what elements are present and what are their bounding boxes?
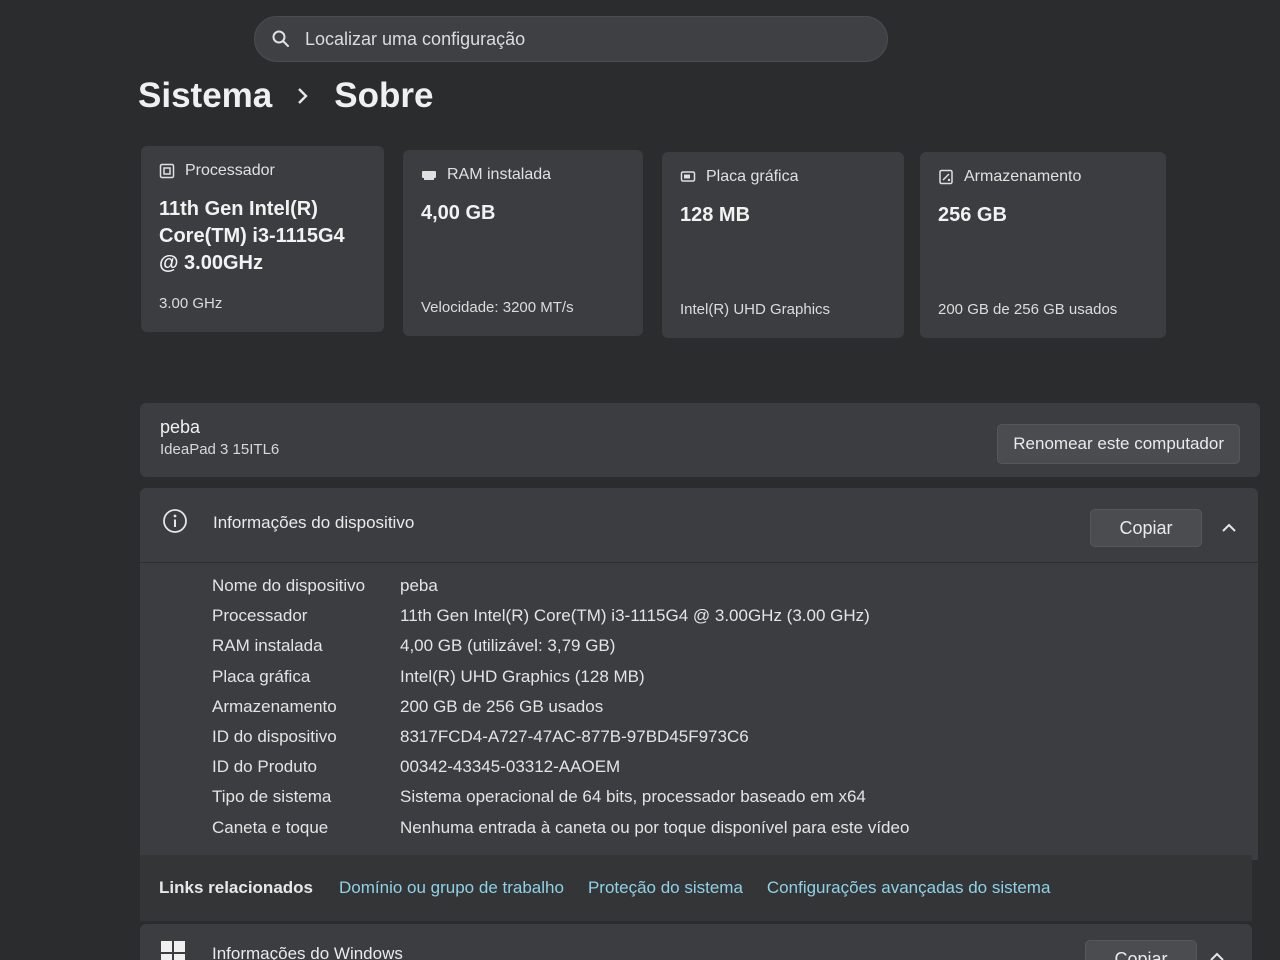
storage-icon [939,169,953,185]
windows-info-section[interactable]: Informações do Windows Copiar [140,924,1252,960]
ram-icon [422,171,436,180]
spec-value: 11th Gen Intel(R) Core(TM) i3-1115G4 @ 3… [400,606,870,626]
device-specs-list: Nome do dispositivo peba Processador 11t… [212,571,909,843]
spec-label: Tipo de sistema [212,787,332,807]
rename-computer-button[interactable]: Renomear este computador [997,424,1240,464]
link-advanced-system-settings[interactable]: Configurações avançadas do sistema [767,878,1051,898]
chevron-up-icon[interactable] [1220,519,1238,537]
spec-label: Caneta e toque [212,817,329,837]
spec-row: ID do dispositivo 8317FCD4-A727-47AC-877… [212,722,909,752]
spec-row: Nome do dispositivo peba [212,571,909,601]
spec-label: ID do dispositivo [212,727,337,747]
spec-value: 200 GB de 256 GB usados [400,696,604,716]
spec-value: 4,00 GB (utilizável: 3,79 GB) [400,636,616,656]
storage-card-title: Armazenamento [964,168,1082,185]
computer-name: peba [160,417,201,437]
gpu-card: Placa gráfica 128 MB Intel(R) UHD Graphi… [662,152,904,338]
storage-card-sub: 200 GB de 256 GB usados [938,301,1118,318]
spec-value: Nenhuma entrada à caneta ou por toque di… [400,817,910,837]
spec-label: RAM instalada [212,636,323,656]
spec-value: peba [400,576,438,596]
ram-card: RAM instalada 4,00 GB Velocidade: 3200 M… [403,150,643,336]
storage-card-value: 256 GB [938,204,1007,226]
processor-card-title: Processador [185,162,275,179]
spec-value: 00342-43345-03312-AAOEM [400,757,621,777]
breadcrumb: Sistema Sobre [138,76,433,116]
spec-value: Intel(R) UHD Graphics (128 MB) [400,666,645,686]
gpu-card-sub: Intel(R) UHD Graphics [680,301,831,318]
ram-card-value: 4,00 GB [421,202,496,224]
info-icon [163,509,187,533]
computer-name-row: peba IdeaPad 3 15ITL6 Renomear este comp… [140,403,1260,477]
related-links-bar: Links relacionados Domínio ou grupo de t… [140,855,1252,921]
device-info-header[interactable]: Informações do dispositivo Copiar [140,488,1258,563]
copy-windows-info-button[interactable]: Copiar [1085,940,1197,960]
storage-card: Armazenamento 256 GB 200 GB de 256 GB us… [920,152,1166,338]
breadcrumb-parent[interactable]: Sistema [138,76,272,116]
link-domain-workgroup[interactable]: Domínio ou grupo de trabalho [339,878,564,898]
spec-row: ID do Produto 00342-43345-03312-AAOEM [212,752,909,782]
gpu-card-value: 128 MB [680,204,751,226]
link-system-protection[interactable]: Proteção do sistema [588,878,743,898]
gpu-card-title: Placa gráfica [706,168,799,185]
spec-row: Processador 11th Gen Intel(R) Core(TM) i… [212,601,909,631]
spec-row: Tipo de sistema Sistema operacional de 6… [212,782,909,812]
page-title: Sobre [334,76,434,115]
spec-value: Sistema operacional de 64 bits, processa… [400,787,866,807]
processor-card-value: 11th Gen Intel(R) Core(TM) i3-1115G4 @ 3… [159,198,345,274]
related-links-label: Links relacionados [159,878,313,897]
ram-card-title: RAM instalada [447,166,552,183]
ram-card-sub: Velocidade: 3200 MT/s [421,299,574,316]
windows-info-title: Informações do Windows [212,944,403,960]
spec-label: Processador [212,606,308,626]
processor-icon [159,163,175,179]
spec-label: Nome do dispositivo [212,576,366,596]
spec-label: ID do Produto [212,757,317,777]
copy-device-info-button[interactable]: Copiar [1090,509,1202,547]
device-info-section: Informações do dispositivo Copiar Nome d… [140,488,1258,860]
spec-label: Armazenamento [212,696,337,716]
settings-page: Localizar uma configuração Sistema Sobre… [0,0,1280,960]
chevron-right-icon [298,88,308,104]
search-input[interactable]: Localizar uma configuração [254,16,888,62]
computer-model: IdeaPad 3 15ITL6 [160,441,280,458]
spec-row: Placa gráfica Intel(R) UHD Graphics (128… [212,662,909,692]
spec-value: 8317FCD4-A727-47AC-877B-97BD45F973C6 [400,727,749,747]
search-icon [272,30,289,47]
spec-row: Caneta e toque Nenhuma entrada à caneta … [212,813,909,843]
processor-card: Processador 11th Gen Intel(R) Core(TM) i… [141,146,384,332]
spec-row: RAM instalada 4,00 GB (utilizável: 3,79 … [212,631,909,661]
processor-card-sub: 3.00 GHz [159,295,223,312]
windows-logo-icon [161,941,185,960]
search-placeholder: Localizar uma configuração [305,28,526,49]
device-info-title: Informações do dispositivo [213,513,415,532]
spec-row: Armazenamento 200 GB de 256 GB usados [212,692,909,722]
gpu-icon [680,171,696,182]
chevron-up-icon[interactable] [1208,948,1226,960]
spec-label: Placa gráfica [212,666,311,686]
